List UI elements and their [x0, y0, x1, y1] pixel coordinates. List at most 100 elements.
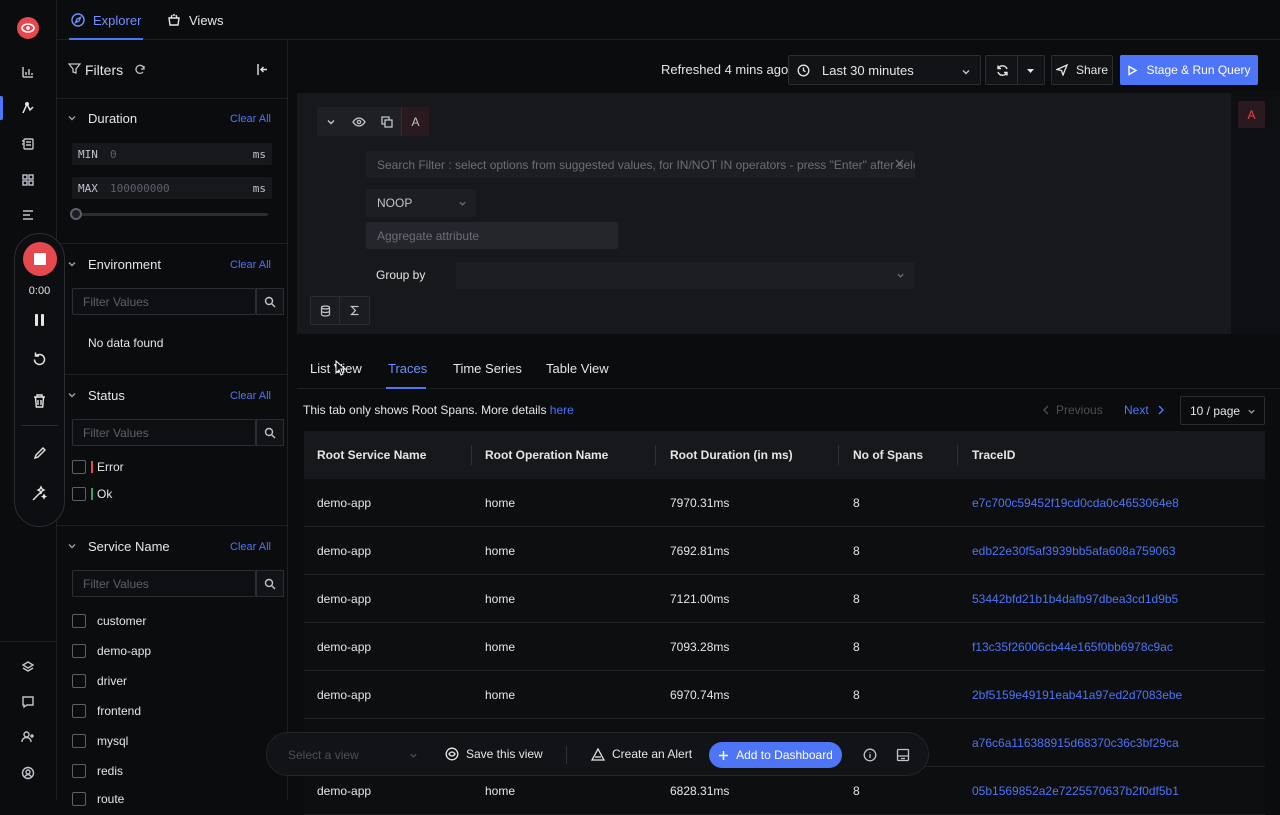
sigma-icon[interactable]	[340, 297, 369, 324]
restart-icon[interactable]	[31, 351, 48, 368]
apps-icon[interactable]	[18, 170, 38, 190]
pencil-icon[interactable]	[32, 445, 48, 461]
chevron-down-icon[interactable]	[67, 113, 77, 123]
table-row[interactable]: demo-app home 7093.28ms 8 f13c35f26006cb…	[304, 623, 1265, 671]
refresh-filters-icon[interactable]	[134, 64, 146, 76]
cell-trace-id[interactable]: 2bf5159e49191eab41a97ed2d7083ebe	[972, 671, 1182, 719]
service-option[interactable]: demo-app	[72, 644, 151, 658]
share-button[interactable]: Share	[1051, 55, 1113, 85]
info-icon[interactable]	[863, 748, 877, 762]
search-icon[interactable]	[256, 570, 284, 597]
table-row[interactable]: demo-app home 7121.00ms 8 53442bfd21b1b4…	[304, 575, 1265, 623]
copy-icon[interactable]	[373, 107, 401, 136]
chevron-down-icon[interactable]	[317, 107, 345, 136]
checkbox[interactable]	[72, 764, 86, 778]
service-option[interactable]: customer	[72, 614, 146, 628]
database-icon[interactable]	[311, 297, 341, 324]
chevron-down-icon[interactable]	[67, 259, 77, 269]
save-view-button[interactable]: Save this view	[445, 747, 543, 761]
chevron-down-icon[interactable]	[67, 541, 77, 551]
duration-slider-handle[interactable]	[70, 208, 82, 220]
create-alert-button[interactable]: Create an Alert	[591, 747, 692, 761]
status-option-ok[interactable]: Ok	[72, 487, 112, 501]
eye-icon[interactable]	[345, 107, 373, 136]
panel-icon[interactable]	[896, 748, 910, 762]
duration-clear-all[interactable]: Clear All	[230, 113, 271, 125]
column-header[interactable]: No of Spans	[853, 431, 923, 479]
add-user-icon[interactable]	[18, 727, 38, 747]
layers-icon[interactable]	[18, 657, 38, 677]
status-filter-input[interactable]: Filter Values	[72, 419, 256, 446]
previous-page-button[interactable]: Previous	[1042, 403, 1103, 417]
cell-trace-id[interactable]: 53442bfd21b1b4dafb97dbea3cd1d9b5	[972, 575, 1178, 623]
environment-clear-all[interactable]: Clear All	[230, 259, 271, 271]
tab-traces[interactable]: Traces	[388, 361, 427, 376]
column-header[interactable]: TraceID	[972, 431, 1015, 479]
next-page-button[interactable]: Next	[1124, 403, 1165, 417]
logo-icon[interactable]	[17, 17, 39, 39]
checkbox[interactable]	[72, 792, 86, 806]
table-row[interactable]: demo-app home 7692.81ms 8 edb22e30f5af39…	[304, 527, 1265, 575]
logs-icon[interactable]	[18, 134, 38, 154]
service-option[interactable]: frontend	[72, 704, 141, 718]
list-icon[interactable]	[18, 205, 38, 225]
aggregate-attribute-input[interactable]: Aggregate attribute	[366, 222, 618, 249]
refresh-button[interactable]	[985, 55, 1045, 85]
pause-icon[interactable]	[33, 313, 46, 327]
service-option[interactable]: redis	[72, 764, 123, 778]
status-option-error[interactable]: Error	[72, 460, 124, 474]
notice-link[interactable]: here	[550, 403, 574, 417]
search-filter-input[interactable]: Search Filter : select options from sugg…	[366, 151, 915, 178]
checkbox[interactable]	[72, 460, 86, 474]
cell-trace-id[interactable]: a76c6a116388915d68370c36c3bf29ca	[972, 719, 1179, 767]
page-size-select[interactable]: 10 / page	[1180, 396, 1265, 425]
checkbox[interactable]	[72, 614, 86, 628]
column-header[interactable]: Root Service Name	[317, 431, 426, 479]
close-icon[interactable]	[895, 159, 904, 168]
tab-views[interactable]: Views	[167, 0, 223, 40]
duration-min-field[interactable]: MIN 0 ms	[72, 143, 272, 165]
tab-table-view[interactable]: Table View	[546, 361, 609, 376]
query-label[interactable]: A	[401, 107, 429, 136]
traces-icon[interactable]	[18, 98, 38, 118]
chevron-down-icon[interactable]	[67, 390, 77, 400]
service-option[interactable]: mysql	[72, 734, 128, 748]
checkbox[interactable]	[72, 644, 86, 658]
cell-trace-id[interactable]: edb22e30f5af3939bb5afa608a759063	[972, 527, 1176, 575]
profile-icon[interactable]	[18, 763, 38, 783]
service-option[interactable]: driver	[72, 674, 127, 688]
service-filter-input[interactable]: Filter Values	[72, 570, 256, 597]
stage-run-query-button[interactable]: Stage & Run Query	[1120, 55, 1258, 85]
checkbox[interactable]	[72, 704, 86, 718]
table-row[interactable]: demo-app home 6970.74ms 8 2bf5159e49191e…	[304, 671, 1265, 719]
stop-record-button[interactable]	[23, 242, 57, 276]
cell-trace-id[interactable]: 05b1569852a2e7225570637b2f0df5b1	[972, 767, 1179, 815]
trash-icon[interactable]	[32, 393, 47, 409]
table-row[interactable]: demo-app home 7970.31ms 8 e7c700c59452f1…	[304, 479, 1265, 527]
checkbox[interactable]	[72, 487, 86, 501]
search-icon[interactable]	[256, 288, 284, 315]
duration-max-field[interactable]: MAX 100000000 ms	[72, 177, 272, 199]
search-icon[interactable]	[256, 419, 284, 446]
service-clear-all[interactable]: Clear All	[230, 541, 271, 553]
cell-trace-id[interactable]: e7c700c59452f19cd0cda0c4653064e8	[972, 479, 1179, 527]
cell-trace-id[interactable]: f13c35f26006cb44e165f0bb6978c9ac	[972, 623, 1173, 671]
operator-select[interactable]: NOOP	[366, 189, 476, 217]
query-side-label[interactable]: A	[1238, 101, 1265, 128]
tab-explorer[interactable]: Explorer	[68, 0, 144, 40]
add-to-dashboard-button[interactable]: Add to Dashboard	[709, 742, 842, 768]
column-header[interactable]: Root Operation Name	[485, 431, 608, 479]
magic-wand-icon[interactable]	[31, 485, 48, 502]
dashboard-icon[interactable]	[18, 62, 38, 82]
checkbox[interactable]	[72, 734, 86, 748]
collapse-panel-icon[interactable]	[256, 63, 269, 76]
checkbox[interactable]	[72, 674, 86, 688]
chat-icon[interactable]	[18, 692, 38, 712]
tab-time-series[interactable]: Time Series	[453, 361, 522, 376]
select-view-dropdown[interactable]: Select a view	[288, 748, 359, 762]
duration-slider-track[interactable]	[75, 213, 268, 216]
time-range-select[interactable]: Last 30 minutes	[788, 55, 981, 85]
column-header[interactable]: Root Duration (in ms)	[670, 431, 793, 479]
status-clear-all[interactable]: Clear All	[230, 390, 271, 402]
group-by-select[interactable]	[456, 262, 915, 289]
